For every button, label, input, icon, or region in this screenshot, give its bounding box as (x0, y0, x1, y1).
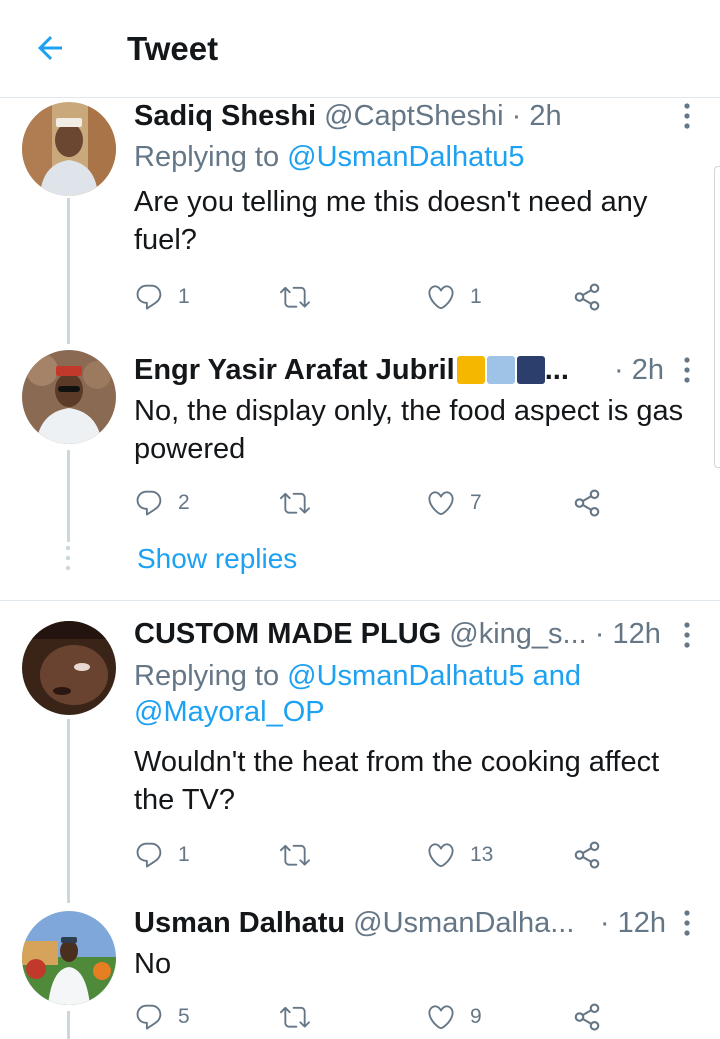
share-icon (572, 840, 602, 870)
author-handle[interactable]: @king_s... (449, 618, 586, 650)
avatar[interactable] (22, 350, 116, 444)
thread-continuation-icon (65, 545, 71, 571)
timestamp[interactable]: · 2h (512, 100, 562, 132)
thread-line (67, 198, 70, 344)
like-icon (426, 488, 456, 518)
more-vertical-icon[interactable] (682, 909, 692, 937)
author-name[interactable]: Usman Dalhatu (134, 907, 345, 939)
like-button[interactable]: 7 (426, 485, 482, 521)
retweet-icon (280, 840, 310, 870)
retweet-button[interactable] (280, 837, 324, 873)
tweet-usman-dalhatu[interactable]: Usman Dalhatu @UsmanDalha... · 12h No 5 … (0, 903, 720, 1039)
author-name[interactable]: Sadiq Sheshi (134, 100, 316, 132)
reply-button[interactable]: 1 (134, 279, 190, 315)
reply-count: 2 (178, 491, 190, 514)
share-icon (572, 488, 602, 518)
mention-link[interactable]: @Mayoral_OP (134, 696, 325, 728)
reply-button[interactable]: 5 (134, 999, 190, 1035)
tweet-text: No, the display only, the food aspect is… (134, 395, 684, 465)
replying-to: Replying to @UsmanDalhatu5 and @Mayoral_… (134, 658, 704, 730)
like-icon (426, 282, 456, 312)
retweet-icon (280, 488, 310, 518)
avatar[interactable] (22, 621, 116, 715)
tweet-sadiq-sheshi[interactable]: Sadiq Sheshi @CaptSheshi · 2h Replying t… (0, 98, 720, 344)
author-handle[interactable]: @CaptSheshi (324, 100, 503, 132)
share-icon (572, 282, 602, 312)
avatar[interactable] (22, 911, 116, 1005)
share-button[interactable] (572, 485, 602, 521)
more-vertical-icon[interactable] (682, 102, 692, 130)
tweet-actions: 5 9 (134, 999, 614, 1035)
tweet-text: No (134, 948, 172, 980)
thread-line (67, 450, 70, 542)
page-title: Tweet (127, 30, 219, 67)
like-count: 7 (470, 491, 482, 514)
like-icon (426, 840, 456, 870)
more-vertical-icon[interactable] (682, 621, 692, 649)
more-vertical-icon[interactable] (682, 356, 692, 384)
top-bar: Tweet (0, 0, 720, 98)
timestamp[interactable]: · 12h (600, 905, 666, 941)
retweet-icon (280, 282, 310, 312)
reply-button[interactable]: 2 (134, 485, 190, 521)
author-name[interactable]: Engr Yasir Arafat Jubril (134, 354, 455, 386)
office-building-emoji-icon (486, 356, 515, 384)
mention-link[interactable]: @UsmanDalhatu5 (287, 141, 524, 173)
reply-count: 1 (178, 843, 190, 866)
author-name[interactable]: CUSTOM MADE PLUG (134, 618, 441, 650)
mention-conjunction: and (532, 660, 581, 692)
reply-count: 1 (178, 285, 190, 308)
mention-link[interactable]: @UsmanDalhatu5 (287, 660, 524, 692)
retweet-button[interactable] (280, 279, 324, 315)
share-button[interactable] (572, 999, 602, 1035)
replying-prefix: Replying to (134, 660, 280, 692)
bridge-at-night-emoji-icon (516, 356, 545, 384)
reply-icon (134, 282, 164, 312)
replying-prefix: Replying to (134, 141, 280, 173)
retweet-icon (280, 1002, 310, 1032)
like-button[interactable]: 9 (426, 999, 482, 1035)
name-ellipsis: ... (544, 354, 569, 386)
thread-line (67, 1011, 70, 1039)
reply-icon (134, 488, 164, 518)
tweet-actions: 1 1 (134, 279, 614, 315)
like-count: 1 (470, 285, 482, 308)
avatar[interactable] (22, 102, 116, 196)
reply-button[interactable]: 1 (134, 837, 190, 873)
tweet-text: Wouldn't the heat from the cooking affec… (134, 746, 660, 816)
back-arrow-icon[interactable] (32, 30, 68, 66)
thread-line (67, 719, 70, 903)
timestamp[interactable]: · 2h (614, 352, 664, 388)
tweet-actions: 1 13 (134, 837, 614, 873)
share-button[interactable] (572, 279, 602, 315)
tweet-custom-made-plug[interactable]: CUSTOM MADE PLUG @king_s... · 12h Replyi… (0, 601, 720, 903)
show-replies-link[interactable]: Show replies (137, 543, 297, 575)
share-button[interactable] (572, 837, 602, 873)
crane-emoji-icon (456, 356, 485, 384)
tweet-engr-yasir[interactable]: Engr Yasir Arafat Jubril... · 2h No, the… (0, 344, 720, 600)
like-button[interactable]: 1 (426, 279, 482, 315)
like-count: 13 (470, 843, 494, 866)
share-icon (572, 1002, 602, 1032)
like-button[interactable]: 13 (426, 837, 493, 873)
reply-icon (134, 840, 164, 870)
like-icon (426, 1002, 456, 1032)
retweet-button[interactable] (280, 999, 324, 1035)
like-count: 9 (470, 1005, 482, 1028)
tweet-text: Are you telling me this doesn't need any… (134, 186, 648, 256)
tweet-actions: 2 7 (134, 485, 614, 521)
retweet-button[interactable] (280, 485, 324, 521)
timestamp[interactable]: · 12h (595, 618, 661, 650)
author-handle[interactable]: @UsmanDalha... (353, 907, 574, 939)
replying-to: Replying to @UsmanDalhatu5 (134, 139, 525, 175)
reply-count: 5 (178, 1005, 190, 1028)
reply-icon (134, 1002, 164, 1032)
